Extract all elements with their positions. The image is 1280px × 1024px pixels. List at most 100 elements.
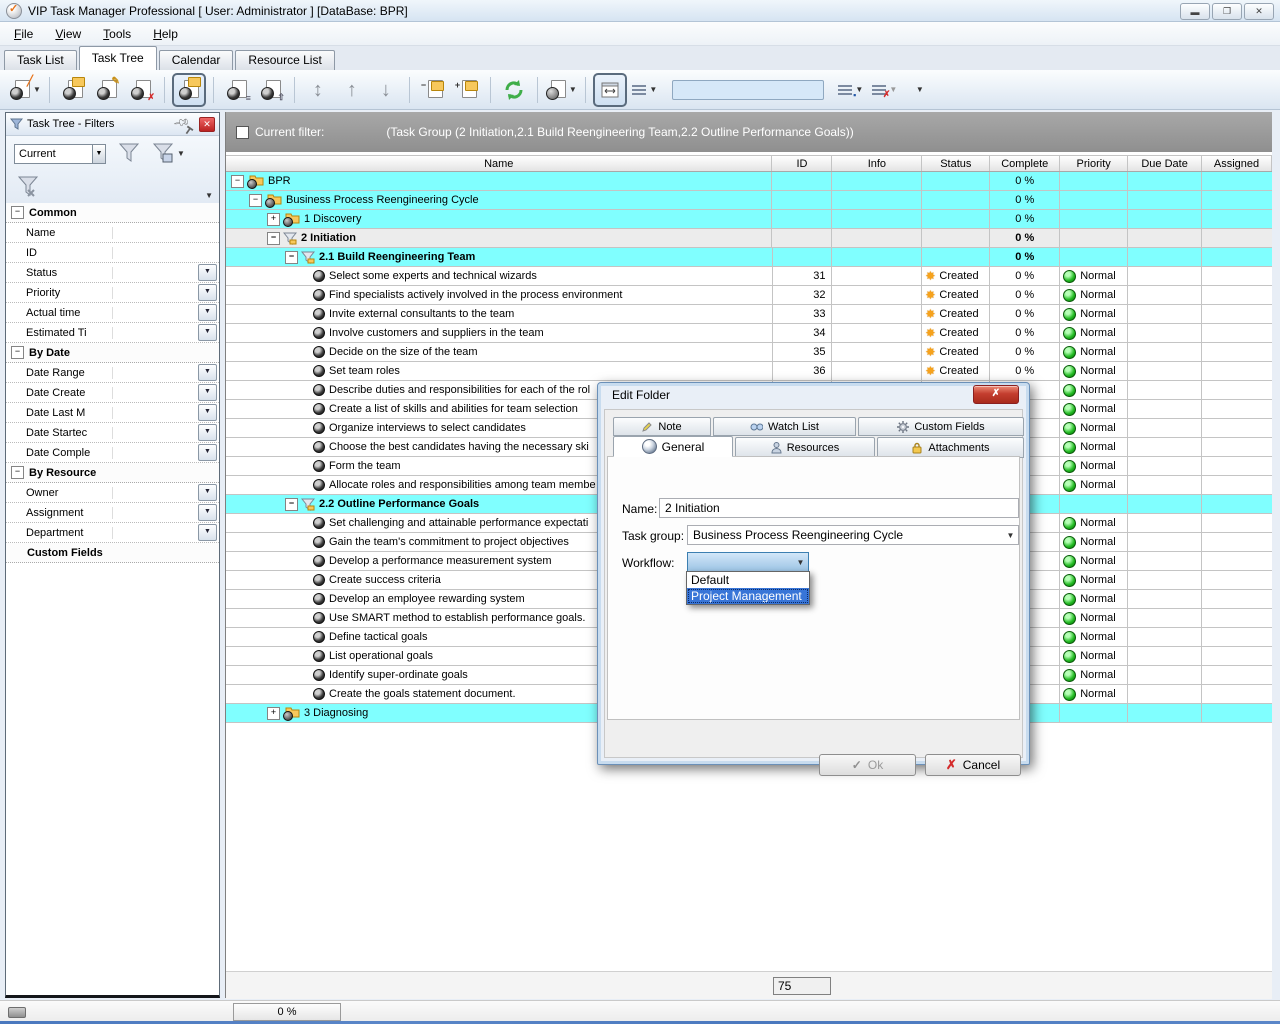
expand-icon[interactable]: +	[267, 707, 280, 720]
field-value[interactable]	[113, 503, 198, 522]
add-folder-task-button[interactable]	[57, 74, 89, 106]
clear-filter-button[interactable]	[16, 174, 40, 201]
move-down-button[interactable]: ↓	[370, 74, 402, 106]
table-row[interactable]: + 1 Discovery 0 %	[226, 210, 1272, 229]
report-button[interactable]: ▼	[545, 74, 578, 106]
chevron-down-icon[interactable]: ▼	[198, 364, 217, 381]
filter-field-date-last-m[interactable]: Date Last M▼	[6, 403, 219, 423]
table-row[interactable]: Decide on the size of the team 35 ✸Creat…	[226, 343, 1272, 362]
column-header-assigned[interactable]: Assigned	[1202, 156, 1272, 171]
tab-custom-fields[interactable]: Custom Fields	[858, 417, 1024, 436]
expand-all-button[interactable]: +	[451, 74, 483, 106]
collapse-icon[interactable]: −	[249, 194, 262, 207]
tab-calendar[interactable]: Calendar	[159, 50, 234, 70]
filters-toolbar-overflow-icon[interactable]: ▼	[205, 191, 213, 200]
filter-field-name[interactable]: Name	[6, 223, 219, 243]
tab-task-tree[interactable]: Task Tree	[79, 46, 157, 70]
chevron-down-icon[interactable]: ▼	[198, 484, 217, 501]
filter-field-date-comple[interactable]: Date Comple▼	[6, 443, 219, 463]
chevron-down-icon[interactable]: ▼	[198, 384, 217, 401]
chevron-down-icon[interactable]: ▼	[198, 504, 217, 521]
expand-icon[interactable]: +	[267, 213, 280, 226]
minimize-button[interactable]: ▬	[1180, 3, 1210, 20]
filter-section-custom-fields[interactable]: Custom Fields	[6, 543, 219, 563]
workflow-combobox[interactable]: ▼	[687, 552, 809, 572]
tab-resource-list[interactable]: Resource List	[235, 50, 334, 70]
field-value[interactable]	[113, 363, 198, 382]
grid-views-button[interactable]: ▼	[629, 74, 661, 106]
column-header-name[interactable]: Name	[226, 156, 772, 171]
tab-watch-list[interactable]: Watch List	[713, 417, 856, 436]
collapse-icon[interactable]: −	[11, 466, 24, 479]
field-value[interactable]	[113, 383, 198, 402]
view-name-combobox[interactable]	[672, 80, 824, 100]
collapse-icon[interactable]: −	[285, 251, 298, 264]
filter-tasks-toggle[interactable]	[172, 73, 206, 107]
save-view-button[interactable]: ▪ ▼	[835, 74, 867, 106]
save-filter-button[interactable]: ▼	[152, 142, 185, 164]
filter-section-by-resource[interactable]: −By Resource	[6, 463, 219, 483]
field-value[interactable]	[113, 243, 219, 262]
collapse-icon[interactable]: −	[285, 498, 298, 511]
filter-field-status[interactable]: Status▼	[6, 263, 219, 283]
chevron-down-icon[interactable]: ▼	[198, 444, 217, 461]
table-row[interactable]: Select some experts and technical wizard…	[226, 267, 1272, 286]
task-details-button[interactable]: ⇧	[255, 74, 287, 106]
fit-columns-toggle[interactable]	[593, 73, 627, 107]
table-row[interactable]: − 2 Initiation 0 %	[226, 229, 1272, 248]
filter-field-actual-time[interactable]: Actual time▼	[6, 303, 219, 323]
toolbar-overflow-icon[interactable]: ▼	[916, 85, 924, 94]
collapse-icon[interactable]: −	[11, 346, 24, 359]
field-value[interactable]	[113, 323, 198, 342]
restore-button[interactable]: ❐	[1212, 3, 1242, 20]
filter-field-date-create[interactable]: Date Create▼	[6, 383, 219, 403]
move-up-button[interactable]: ↑	[336, 74, 368, 106]
pin-icon[interactable]: 📌︎┳	[173, 113, 197, 135]
filter-field-estimated-ti[interactable]: Estimated Ti▼	[6, 323, 219, 343]
close-button[interactable]: ✕	[1244, 3, 1274, 20]
task-list-button[interactable]: ≡	[221, 74, 253, 106]
record-count-field[interactable]: 75	[773, 977, 831, 995]
column-header-due-date[interactable]: Due Date	[1128, 156, 1202, 171]
menu-file[interactable]: File	[14, 27, 33, 41]
field-value[interactable]	[113, 263, 198, 282]
tab-general[interactable]: General	[613, 436, 733, 457]
filter-preset-combobox[interactable]: Current ▼	[14, 144, 106, 164]
chevron-down-icon[interactable]: ▼	[198, 264, 217, 281]
ok-button[interactable]: ✓ Ok	[819, 754, 916, 776]
table-row[interactable]: Find specialists actively involved in th…	[226, 286, 1272, 305]
filter-field-date-range[interactable]: Date Range▼	[6, 363, 219, 383]
collapse-icon[interactable]: −	[231, 175, 244, 188]
column-header-complete[interactable]: Complete	[990, 156, 1060, 171]
field-value[interactable]	[113, 423, 198, 442]
filter-section-by-date[interactable]: −By Date	[6, 343, 219, 363]
chevron-down-icon[interactable]: ▼	[198, 304, 217, 321]
field-value[interactable]	[113, 223, 219, 242]
add-task-button[interactable]: ╱ ▼	[9, 74, 42, 106]
filter-field-assignment[interactable]: Assignment▼	[6, 503, 219, 523]
edit-task-button[interactable]: ✎	[91, 74, 123, 106]
chevron-down-icon[interactable]: ▼	[198, 284, 217, 301]
workflow-option-default[interactable]: Default	[687, 572, 809, 588]
menu-help[interactable]: Help	[153, 27, 178, 41]
menu-view[interactable]: View	[55, 27, 81, 41]
filter-field-priority[interactable]: Priority▼	[6, 283, 219, 303]
field-value[interactable]	[113, 443, 198, 462]
table-row[interactable]: Invite external consultants to the team …	[226, 305, 1272, 324]
tab-resources[interactable]: Resources	[735, 437, 875, 458]
table-row[interactable]: − 2.1 Build Reengineering Team 0 %	[226, 248, 1272, 267]
field-value[interactable]	[113, 283, 198, 302]
chevron-down-icon[interactable]: ▼	[198, 424, 217, 441]
move-up-down-button[interactable]: ↕	[302, 74, 334, 106]
apply-filter-button[interactable]	[118, 142, 140, 167]
field-value[interactable]	[113, 523, 198, 542]
filter-field-date-startec[interactable]: Date Startec▼	[6, 423, 219, 443]
filter-section-common[interactable]: −Common	[6, 203, 219, 223]
column-header-priority[interactable]: Priority	[1060, 156, 1128, 171]
dialog-close-button[interactable]: ✗	[973, 385, 1019, 404]
collapse-icon[interactable]: −	[267, 232, 280, 245]
column-header-id[interactable]: ID	[772, 156, 832, 171]
filters-panel-close-button[interactable]: ✕	[199, 117, 215, 132]
tab-attachments[interactable]: Attachments	[877, 437, 1024, 458]
chevron-down-icon[interactable]: ▼	[198, 324, 217, 341]
